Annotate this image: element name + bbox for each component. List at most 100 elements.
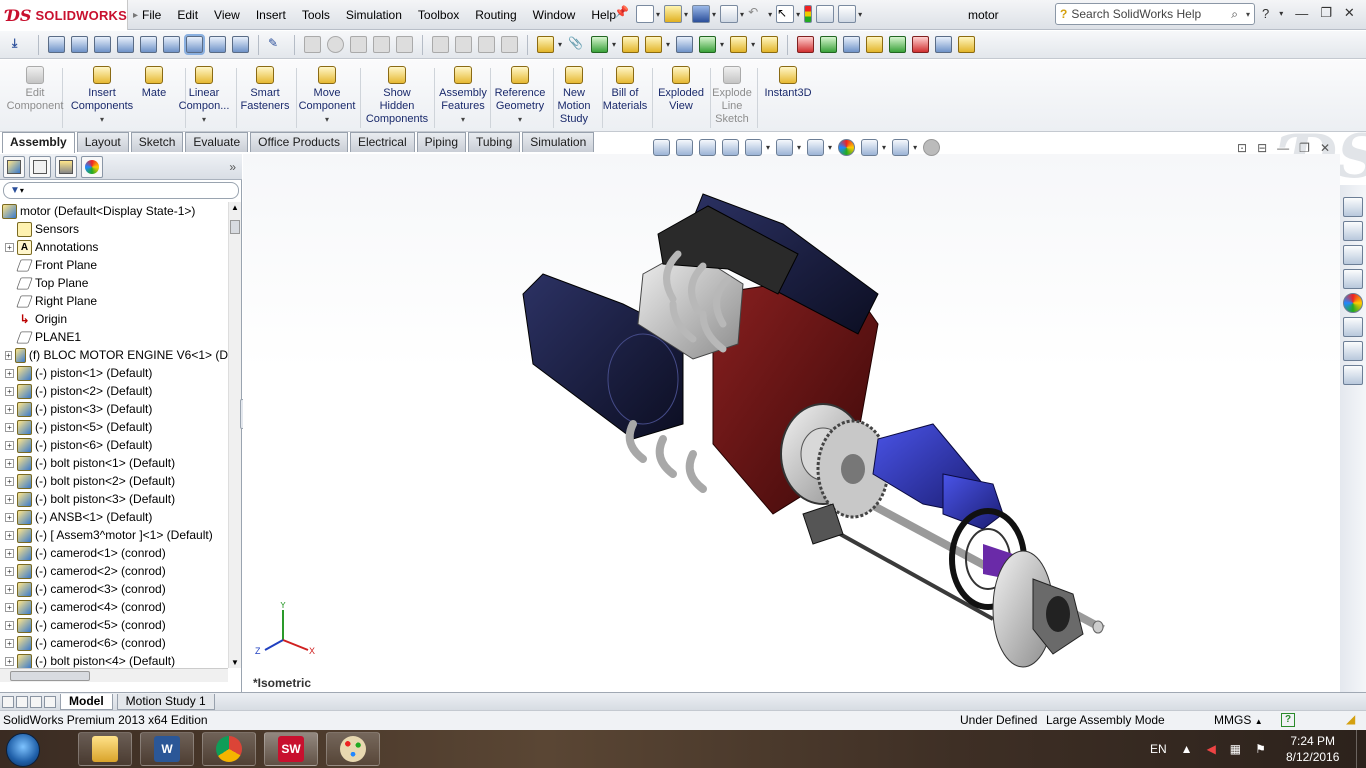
expand-icon[interactable]: + xyxy=(5,350,12,360)
tree-item[interactable]: + (-) camerod<6> (conrod) xyxy=(0,634,228,652)
expand-icon[interactable]: + xyxy=(5,368,14,378)
exploded-view-icon[interactable] xyxy=(820,36,838,53)
reference-geometry-icon[interactable] xyxy=(730,36,748,53)
routing-library-icon[interactable] xyxy=(1343,365,1363,385)
menu-routing[interactable]: Routing xyxy=(467,7,524,23)
restore-icon[interactable]: ❐ xyxy=(1320,5,1332,21)
solidworks-forum-icon[interactable] xyxy=(1343,341,1363,361)
custom-properties-icon[interactable] xyxy=(1343,317,1363,337)
trimetric-view-icon[interactable] xyxy=(209,36,226,53)
select-arrow-icon[interactable]: ↖ xyxy=(776,5,795,23)
expand-panel-icon[interactable]: » xyxy=(229,160,236,174)
taskbar-solidworks[interactable]: SW xyxy=(264,732,318,766)
front-view-icon[interactable] xyxy=(48,36,65,53)
tab-layout[interactable]: Layout xyxy=(76,132,129,152)
toolbox-icon[interactable] xyxy=(866,36,884,53)
minimize-icon[interactable]: — xyxy=(1295,6,1308,21)
viewport-close-icon[interactable]: ✕ xyxy=(1320,141,1330,155)
menu-edit[interactable]: Edit xyxy=(169,7,206,23)
expand-icon[interactable]: + xyxy=(5,386,14,396)
tree-item[interactable]: Right Plane xyxy=(0,292,228,310)
tree-item[interactable]: + (-) piston<5> (Default) xyxy=(0,418,228,436)
tree-item[interactable]: + (-) camerod<2> (conrod) xyxy=(0,562,228,580)
expand-icon[interactable]: + xyxy=(5,602,14,612)
view-palette-icon[interactable] xyxy=(1343,269,1363,289)
menu-tools[interactable]: Tools xyxy=(294,7,338,23)
insert-component-icon[interactable] xyxy=(537,36,554,53)
tree-filter[interactable]: ▼ ▾ xyxy=(3,182,239,199)
bottom-tab-model[interactable]: Model xyxy=(60,693,113,710)
expand-icon[interactable]: + xyxy=(5,548,14,558)
sketch-pencil-icon[interactable]: ✎ xyxy=(268,36,285,53)
file-properties-icon[interactable] xyxy=(816,5,835,23)
tree-item[interactable]: + (-) bolt piston<1> (Default) xyxy=(0,454,228,472)
section-view-icon[interactable] xyxy=(722,139,739,156)
tree-item[interactable]: PLANE1 xyxy=(0,328,228,346)
tree-horizontal-scrollbar[interactable] xyxy=(0,668,228,682)
taskbar-chrome[interactable] xyxy=(202,732,256,766)
show-hidden-icon[interactable] xyxy=(676,36,694,53)
options-icon[interactable] xyxy=(838,5,857,23)
expand-icon[interactable]: + xyxy=(5,242,14,252)
solidworks-logo[interactable]: ƊS SOLIDWORKS ▸ xyxy=(0,0,138,30)
status-help-icon[interactable]: ? xyxy=(1281,713,1295,727)
taskbar-clock[interactable]: 7:24 PM 8/12/2016 xyxy=(1286,733,1339,765)
expand-icon[interactable]: + xyxy=(5,422,14,432)
expand-icon[interactable]: + xyxy=(5,638,14,648)
expand-icon[interactable]: + xyxy=(5,440,14,450)
hide-show-items-icon[interactable] xyxy=(807,139,825,156)
help-icon[interactable]: ? xyxy=(1262,6,1269,21)
volume-icon[interactable]: ◀ xyxy=(1207,742,1216,756)
edit-appearance-icon[interactable] xyxy=(838,139,856,156)
language-indicator[interactable]: EN xyxy=(1150,742,1167,756)
engine-assembly-model[interactable] xyxy=(513,184,1113,684)
left-view-icon[interactable] xyxy=(94,36,111,53)
tab-office-products[interactable]: Office Products xyxy=(250,132,348,152)
move-component-icon[interactable] xyxy=(645,36,663,53)
tab-assembly[interactable]: Assembly xyxy=(2,132,75,153)
first-tab-icon[interactable] xyxy=(2,695,14,708)
expand-icon[interactable]: + xyxy=(5,566,14,576)
dimetric-view-icon[interactable] xyxy=(232,36,249,53)
search-icon[interactable]: ⌕ xyxy=(1231,7,1238,22)
help-search-input[interactable]: Search SolidWorks Help xyxy=(1071,7,1227,21)
expand-icon[interactable]: + xyxy=(5,494,14,504)
tab-tubing[interactable]: Tubing xyxy=(468,132,521,152)
tree-item[interactable]: + (-) piston<3> (Default) xyxy=(0,400,228,418)
tree-item[interactable]: + (-) camerod<1> (conrod) xyxy=(0,544,228,562)
dropdown-icon[interactable]: ▾ xyxy=(202,113,206,126)
menu-view[interactable]: View xyxy=(206,7,248,23)
search-dropdown-icon[interactable]: ▾ xyxy=(1246,10,1250,19)
dropdown-icon[interactable]: ▾ xyxy=(461,113,465,126)
help-search-box[interactable]: ? Search SolidWorks Help ⌕ ▾ xyxy=(1055,3,1255,25)
tab-simulation[interactable]: Simulation xyxy=(522,132,595,152)
network-icon[interactable]: ▦ xyxy=(1230,742,1241,756)
expand-icon[interactable]: + xyxy=(5,404,14,414)
viewport-restore-icon[interactable]: ❐ xyxy=(1299,141,1310,155)
trim-icon[interactable] xyxy=(432,36,449,53)
circle-icon[interactable] xyxy=(327,36,344,53)
offset-icon[interactable] xyxy=(478,36,495,53)
tab-evaluate[interactable]: Evaluate xyxy=(185,132,249,152)
start-button-icon[interactable] xyxy=(6,733,40,767)
motion-study-icon[interactable] xyxy=(761,36,779,53)
cmd-show-hidden-components-button[interactable]: Show Hidden Components xyxy=(363,66,431,126)
expand-icon[interactable]: + xyxy=(5,620,14,630)
expand-icon[interactable]: + xyxy=(5,584,14,594)
isometric-view-icon[interactable] xyxy=(184,34,205,55)
configuration-manager-tab-icon[interactable] xyxy=(55,155,77,178)
tile-viewport-icon[interactable]: ⊟ xyxy=(1257,141,1267,155)
expand-icon[interactable]: + xyxy=(5,476,14,486)
resize-grip-icon[interactable]: ◢ xyxy=(1346,712,1355,726)
render-tools-icon[interactable] xyxy=(923,139,941,156)
assembly-features-icon[interactable] xyxy=(699,36,717,53)
expand-icon[interactable]: + xyxy=(5,656,14,666)
open-folder-icon[interactable] xyxy=(664,5,683,23)
tree-item[interactable]: + (-) piston<1> (Default) xyxy=(0,364,228,382)
linear-pattern-icon[interactable] xyxy=(591,36,609,53)
display-manager-tab-icon[interactable] xyxy=(81,155,103,178)
scroll-down-icon[interactable]: ▼ xyxy=(231,658,239,667)
tree-item[interactable]: Front Plane xyxy=(0,256,228,274)
bottom-tab-motion-study-1[interactable]: Motion Study 1 xyxy=(116,693,215,710)
smart-fasteners-icon[interactable] xyxy=(622,36,640,53)
